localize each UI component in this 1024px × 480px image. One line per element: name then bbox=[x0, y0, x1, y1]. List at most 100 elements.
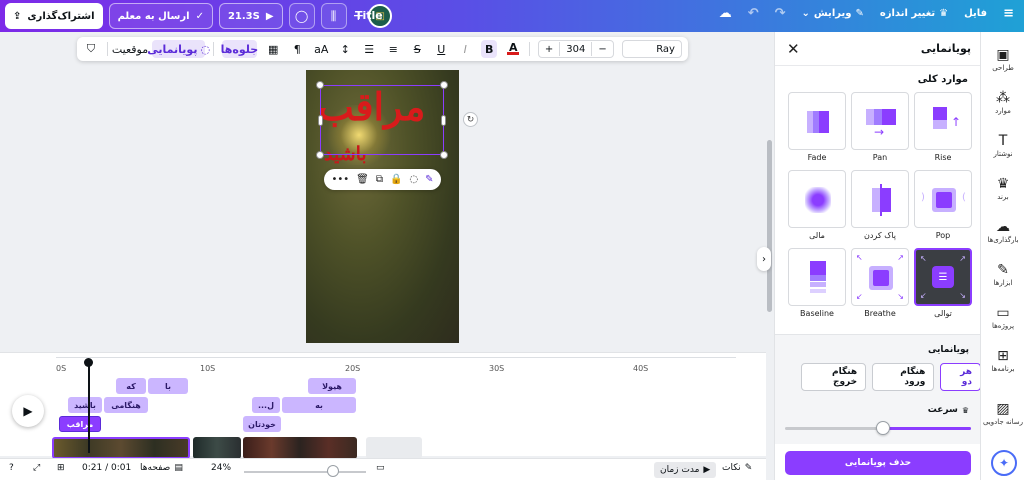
text-clip[interactable]: به bbox=[282, 397, 356, 413]
menu-icon[interactable]: ≡ bbox=[1003, 6, 1014, 21]
divider bbox=[529, 42, 530, 56]
animation-pop[interactable]: ( ) Pop bbox=[914, 170, 972, 243]
animation-sequence[interactable]: ☰ ↖ ↗ ↙ ↘ توالی bbox=[914, 248, 972, 321]
grid-view-icon[interactable]: ⊞ bbox=[57, 463, 65, 473]
list-icon[interactable]: ☰ bbox=[361, 40, 377, 58]
text-clip[interactable]: هیولا bbox=[308, 378, 356, 394]
font-size-stepper[interactable]: + 304 − bbox=[537, 40, 614, 58]
effects-button[interactable]: جلوه‌ها bbox=[221, 40, 258, 58]
fullscreen-icon[interactable]: ⤢ bbox=[33, 463, 40, 473]
video-clip[interactable] bbox=[52, 437, 190, 459]
video-clip[interactable] bbox=[243, 437, 357, 459]
resize-handle[interactable] bbox=[316, 151, 324, 159]
rail-item-design[interactable]: ▣ طراحی bbox=[981, 46, 1024, 72]
position-button[interactable]: موقعیت bbox=[112, 40, 148, 58]
text-clip[interactable]: با bbox=[148, 378, 188, 394]
rail-item-apps[interactable]: ⊞ برنامه‌ها bbox=[981, 347, 1024, 373]
text-color-button[interactable]: A bbox=[505, 40, 521, 58]
animation-baseline[interactable]: Baseline bbox=[788, 248, 846, 321]
panel-scrollbar[interactable] bbox=[767, 140, 772, 312]
spacing-icon[interactable]: ↕ bbox=[337, 40, 353, 58]
rotate-handle[interactable]: ↻ bbox=[463, 112, 478, 127]
animation-breathe[interactable]: ↖ ↗ ↙ ↘ Breathe bbox=[851, 248, 909, 321]
playhead[interactable] bbox=[88, 361, 90, 453]
mode-both-button[interactable]: هر دو bbox=[940, 363, 981, 391]
mode-enter-button[interactable]: هنگام ورود bbox=[872, 363, 935, 391]
underline-button[interactable]: U bbox=[433, 40, 449, 58]
magic-edit-icon[interactable]: ✎ bbox=[425, 174, 433, 185]
text-clip[interactable]: خودتان bbox=[243, 416, 281, 432]
playhead-handle[interactable] bbox=[84, 358, 93, 367]
comment-button[interactable]: ◯ bbox=[288, 3, 315, 29]
resize-button[interactable]: تغییر اندازه ♛ bbox=[880, 8, 948, 19]
text-clip[interactable]: که bbox=[116, 378, 146, 394]
help-icon[interactable]: ? bbox=[9, 463, 14, 473]
duplicate-icon[interactable]: ⧉ bbox=[376, 174, 383, 185]
font-family-dropdown[interactable]: Ray bbox=[621, 40, 682, 58]
rail-item-uploads[interactable]: ☁ بارگذاری‌ها bbox=[981, 218, 1024, 244]
strikethrough-button[interactable]: S bbox=[409, 40, 425, 58]
file-menu[interactable]: فایل bbox=[964, 8, 987, 19]
more-icon[interactable]: ••• bbox=[331, 174, 349, 185]
close-icon[interactable]: ✕ bbox=[787, 40, 800, 58]
comment-add-icon[interactable]: ◌ bbox=[409, 174, 418, 185]
rail-item-projects[interactable]: ▭ پروژه‌ها bbox=[981, 304, 1024, 330]
remove-animation-button[interactable]: حذف پویانمایی bbox=[785, 451, 971, 475]
resize-handle[interactable] bbox=[440, 81, 448, 89]
notes-button[interactable]: نکات ✎ bbox=[722, 463, 752, 473]
rail-item-tools[interactable]: ✎ ابزارها bbox=[981, 261, 1024, 287]
animate-button[interactable]: پویانمایی ◌ bbox=[147, 40, 210, 58]
send-to-teacher-button[interactable]: ارسال به معلم ✓ bbox=[108, 3, 213, 29]
case-button[interactable]: aA bbox=[313, 40, 329, 58]
rail-item-elements[interactable]: ⁂ موارد bbox=[981, 89, 1024, 115]
add-clip-slot[interactable] bbox=[366, 437, 422, 459]
text-clip[interactable]: ...ل bbox=[252, 397, 280, 413]
animation-wipe[interactable]: پاک کردن bbox=[851, 170, 909, 243]
edit-menu[interactable]: ⌄ ویرایش ✎ bbox=[802, 8, 864, 19]
resize-handle[interactable] bbox=[318, 115, 323, 126]
zoom-slider-thumb[interactable] bbox=[327, 465, 339, 477]
pages-button[interactable]: صفحه‌ها ▤ bbox=[140, 463, 183, 473]
document-title[interactable]: Title bbox=[355, 9, 383, 22]
transparency-icon[interactable]: ▦ bbox=[265, 40, 281, 58]
magic-assistant-button[interactable]: ✦ bbox=[991, 450, 1017, 476]
resize-handle[interactable] bbox=[316, 81, 324, 89]
bold-button[interactable]: B bbox=[481, 40, 498, 58]
mode-exit-button[interactable]: هنگام خروج bbox=[801, 363, 867, 391]
delete-icon[interactable]: 🗑 bbox=[356, 174, 369, 185]
italic-button[interactable]: I bbox=[457, 40, 473, 58]
font-size-value[interactable]: 304 bbox=[566, 44, 585, 55]
play-duration-button[interactable]: 21.3S ▶ bbox=[218, 3, 283, 29]
zoom-value[interactable]: 24% bbox=[211, 463, 231, 473]
font-size-increase[interactable]: + bbox=[545, 44, 553, 55]
video-clip[interactable] bbox=[193, 437, 241, 459]
resize-handle[interactable] bbox=[440, 151, 448, 159]
resize-handle[interactable] bbox=[441, 115, 446, 126]
rail-item-magic-media[interactable]: ▨ رسانه جادویی bbox=[981, 400, 1024, 426]
zoom-slider-track[interactable] bbox=[244, 471, 366, 473]
text-clip[interactable]: باشید bbox=[68, 397, 102, 413]
lock-icon[interactable]: 🔒 bbox=[390, 174, 402, 185]
fit-view-icon[interactable]: ▭ bbox=[376, 463, 385, 473]
undo-button[interactable]: ↶ bbox=[748, 6, 759, 21]
rail-item-text[interactable]: T نوشتار bbox=[981, 132, 1024, 158]
font-size-decrease[interactable]: − bbox=[598, 44, 606, 55]
text-clip-selected[interactable]: مراقب bbox=[59, 416, 101, 432]
insights-button[interactable]: ⫼ bbox=[320, 3, 347, 29]
animation-rise[interactable]: ↑ Rise bbox=[914, 92, 972, 165]
text-direction-icon[interactable]: ¶ bbox=[289, 40, 305, 58]
rail-label: بارگذاری‌ها bbox=[987, 236, 1019, 244]
redo-button[interactable]: ↷ bbox=[775, 6, 786, 21]
timeline-play-button[interactable]: ▶ bbox=[12, 395, 44, 427]
align-icon[interactable]: ≡ bbox=[385, 40, 401, 58]
animation-fade[interactable]: Fade bbox=[788, 92, 846, 165]
text-clip[interactable]: هنگامی bbox=[104, 397, 148, 413]
rail-item-brand[interactable]: ♛ برند bbox=[981, 175, 1024, 201]
share-button[interactable]: ⇪ اشتراک‌گذاری bbox=[5, 3, 103, 29]
animation-pan[interactable]: → Pan bbox=[851, 92, 909, 165]
speed-slider-thumb[interactable] bbox=[876, 421, 890, 435]
duration-button[interactable]: مدت زمان ▶ bbox=[654, 462, 717, 478]
collapse-panel-button[interactable]: › bbox=[757, 247, 771, 271]
paint-format-icon[interactable]: ⛉ bbox=[83, 40, 99, 58]
animation-blur[interactable]: مالی bbox=[788, 170, 846, 243]
